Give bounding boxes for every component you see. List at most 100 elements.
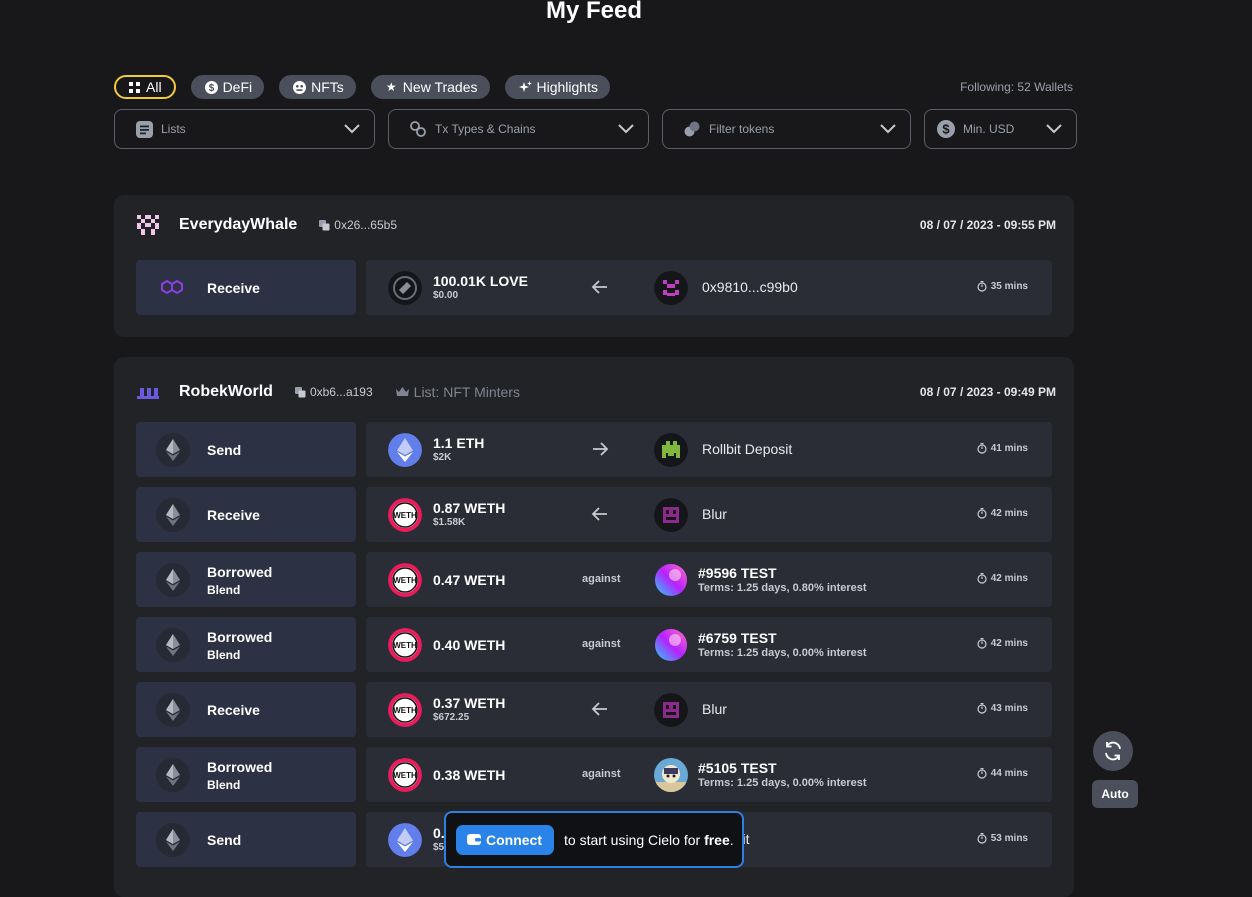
tx-row[interactable]: Borrowed Blend WETH 0.47 WETH against #9596 T… xyxy=(136,552,1052,607)
tx-time: 42 mins xyxy=(977,508,1028,519)
timer-icon xyxy=(977,703,987,714)
counterparty-name[interactable]: Rollbit Deposit xyxy=(702,441,792,457)
refresh-button[interactable] xyxy=(1093,731,1133,771)
action-label: Borrowed Blend xyxy=(207,628,273,662)
dollar-icon: $ xyxy=(937,120,955,138)
action-label: Receive xyxy=(207,506,260,523)
timer-icon xyxy=(977,768,987,779)
wallet-name[interactable]: RobekWorld xyxy=(179,383,273,401)
tx-row[interactable]: Send 1.1 ETH $2K Rollbit Deposit 41 mins xyxy=(136,422,1052,477)
svg-text:$: $ xyxy=(208,83,214,94)
tx-row[interactable]: Borrowed Blend WETH 0.40 WETH against #6759 T… xyxy=(136,617,1052,672)
loan-terms: Terms: 1.25 days, 0.80% interest xyxy=(698,582,867,594)
copy-icon[interactable] xyxy=(319,219,330,231)
timer-icon xyxy=(977,573,987,584)
action-protocol: Blend xyxy=(207,777,241,792)
wallet-address[interactable]: 0x26...65b5 xyxy=(319,218,397,232)
auto-refresh-toggle[interactable]: Auto xyxy=(1092,780,1138,808)
tab-defi[interactable]: $ DeFi xyxy=(190,75,265,99)
filter-label: Filter tokens xyxy=(709,122,775,136)
copy-icon[interactable] xyxy=(294,386,306,398)
action-protocol: Blend xyxy=(207,647,241,662)
tx-action: Receive xyxy=(136,260,356,315)
nft-collateral[interactable]: #6759 TEST Terms: 1.25 days, 0.00% intere… xyxy=(698,630,867,660)
lists-dropdown[interactable]: Lists xyxy=(114,109,375,149)
token-filter-dropdown[interactable]: Filter tokens xyxy=(662,109,911,149)
ethereum-icon xyxy=(156,757,190,792)
token-amount: 0.40 WETH xyxy=(433,637,506,653)
tx-types-dropdown[interactable]: Tx Types & Chains xyxy=(388,109,649,149)
tab-label: NFTs xyxy=(311,79,344,95)
against-label: against xyxy=(582,573,621,585)
timer-icon xyxy=(977,833,987,844)
tx-row[interactable]: Receive WETH 0.87 WETH $1.58K Blur 42 mins xyxy=(136,487,1052,542)
counterparty-name[interactable]: 0x9810...c99b0 xyxy=(702,279,798,295)
nft-id: #9596 xyxy=(698,565,737,581)
tab-new-trades[interactable]: ★ New Trades xyxy=(370,75,490,99)
tx-action: Receive xyxy=(136,487,356,542)
star-icon: ★ xyxy=(385,80,397,94)
tab-label: New Trades xyxy=(402,79,478,95)
filter-label: Min. USD xyxy=(963,122,1015,136)
action-label: Send xyxy=(207,441,242,458)
counterparty-name[interactable]: Blur xyxy=(702,701,727,717)
tx-row[interactable]: Borrowed Blend WETH 0.38 WETH against #5105 T… xyxy=(136,747,1052,802)
min-usd-dropdown[interactable]: $ Min. USD xyxy=(924,109,1077,149)
pixel-avatar-icon xyxy=(654,271,688,305)
blur-icon xyxy=(654,693,688,727)
tx-date: 08 / 07 / 2023 - 09:49 PM xyxy=(919,385,1056,399)
token-amount: 0.47 WETH xyxy=(433,572,506,588)
tx-row[interactable]: Receive 100.01K LOVE $0.00 0x9810...c99b… xyxy=(136,260,1052,315)
tx-detail: WETH 0.37 WETH $672.25 Blur 43 mins xyxy=(366,682,1052,737)
rollbit-icon xyxy=(654,433,688,467)
tx-row[interactable]: Receive WETH 0.37 WETH $672.25 Blur 43 mins xyxy=(136,682,1052,737)
eth-token-icon xyxy=(388,823,422,857)
arrow-left-icon xyxy=(591,702,607,716)
chevron-down-icon xyxy=(618,124,634,134)
filter-label: Lists xyxy=(161,122,186,136)
tx-time: 44 mins xyxy=(977,768,1028,779)
chevron-down-icon xyxy=(880,124,896,134)
wallet-avatar-icon xyxy=(137,215,159,235)
counterparty-name[interactable]: Blur xyxy=(702,506,727,522)
action-label: Borrowed Blend xyxy=(207,758,273,792)
nft-title: TEST xyxy=(740,630,777,646)
page-title: My Feed xyxy=(545,0,643,24)
connect-banner: Connect to start using Cielo for free. xyxy=(444,811,744,868)
svg-text:WETH: WETH xyxy=(393,706,417,715)
tab-highlights[interactable]: Highlights xyxy=(504,75,610,99)
filter-bar: Lists Tx Types & Chains Filter tokens $ … xyxy=(114,109,1090,149)
tx-date: 08 / 07 / 2023 - 09:55 PM xyxy=(919,218,1056,232)
wallet-avatar-icon xyxy=(137,388,159,399)
polygon-icon xyxy=(156,271,190,305)
action-protocol: Blend xyxy=(207,582,241,597)
dollar-icon: $ xyxy=(204,80,218,94)
connect-button[interactable]: Connect xyxy=(456,824,554,855)
timer-icon xyxy=(977,508,987,519)
coins-icon xyxy=(683,120,701,138)
wallet-header: RobekWorld 0xb6...a193 List: NFT Minters… xyxy=(136,362,1056,422)
svg-text:$: $ xyxy=(942,122,950,137)
svg-text:WETH: WETH xyxy=(393,576,417,585)
timer-icon xyxy=(977,443,987,454)
nft-title: TEST xyxy=(740,760,777,776)
svg-text:WETH: WETH xyxy=(393,511,417,520)
token-amount: 0.37 WETH xyxy=(433,695,506,711)
wallet-header: EverydayWhale 0x26...65b5 08 / 07 / 2023… xyxy=(136,195,1056,255)
tx-detail: WETH 0.47 WETH against #9596 TEST Terms: 1.2… xyxy=(366,552,1052,607)
tx-time: 53 mins xyxy=(977,833,1028,844)
tx-action: Send xyxy=(136,812,356,867)
token-usd: $5 xyxy=(433,842,445,853)
token-amount: 100.01K LOVE xyxy=(433,273,528,289)
action-label: Receive xyxy=(207,701,260,718)
wallet-name[interactable]: EverydayWhale xyxy=(179,216,297,234)
loan-terms: Terms: 1.25 days, 0.00% interest xyxy=(698,647,867,659)
nft-collateral[interactable]: #5105 TEST Terms: 1.25 days, 0.00% intere… xyxy=(698,760,867,790)
wallet-card: EverydayWhale 0x26...65b5 08 / 07 / 2023… xyxy=(114,195,1074,337)
tab-all[interactable]: All xyxy=(114,75,176,99)
nft-collateral[interactable]: #9596 TEST Terms: 1.25 days, 0.80% intere… xyxy=(698,565,867,595)
against-label: against xyxy=(582,768,621,780)
wallet-address[interactable]: 0xb6...a193 xyxy=(294,385,373,399)
loan-terms: Terms: 1.25 days, 0.00% interest xyxy=(698,777,867,789)
tab-nfts[interactable]: NFTs xyxy=(279,75,356,99)
